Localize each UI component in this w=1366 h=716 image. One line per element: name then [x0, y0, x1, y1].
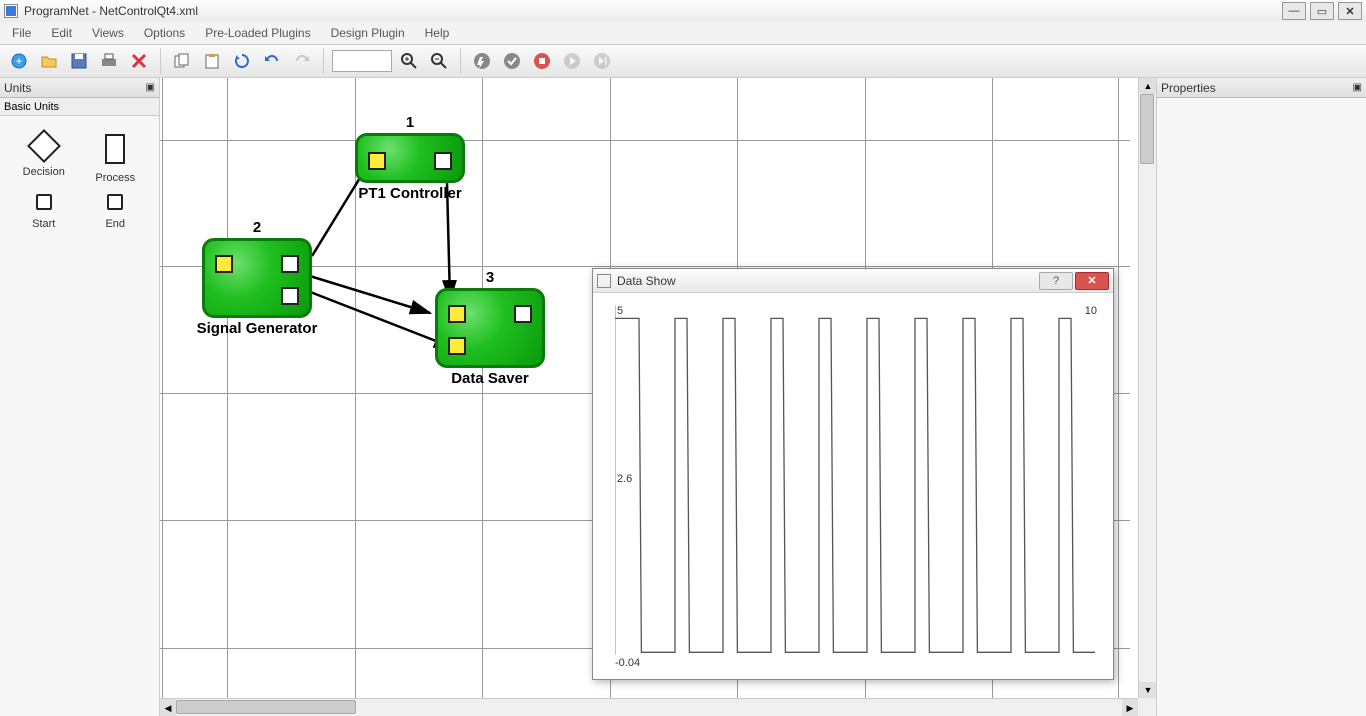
unit-start[interactable]: Start — [8, 194, 80, 230]
block-pt1-controller[interactable]: 1 PT1 Controller — [355, 133, 465, 183]
svg-text:+: + — [15, 54, 22, 68]
block-number: 3 — [486, 269, 494, 286]
pin-icon[interactable]: ▣ — [1353, 82, 1362, 93]
scrollbar-thumb[interactable] — [1140, 94, 1154, 164]
scroll-down-arrow[interactable]: ▼ — [1139, 682, 1156, 698]
units-panel-title: Units — [4, 81, 31, 95]
unit-label: End — [105, 218, 125, 230]
help-button[interactable]: ? — [1039, 272, 1073, 290]
dialog-title: Data Show — [617, 274, 1037, 288]
block-label: PT1 Controller — [358, 185, 461, 202]
block-label: Signal Generator — [197, 320, 318, 337]
zoom-input[interactable] — [332, 50, 392, 72]
input-port[interactable] — [215, 255, 233, 273]
run-button[interactable] — [469, 48, 495, 74]
y-tick-label: -0.04 — [615, 657, 640, 669]
scroll-right-arrow[interactable]: ▶ — [1122, 699, 1138, 716]
menu-design[interactable]: Design Plugin — [323, 24, 413, 42]
menu-options[interactable]: Options — [136, 24, 193, 42]
output-port[interactable] — [281, 287, 299, 305]
output-port[interactable] — [434, 152, 452, 170]
close-button[interactable]: ✕ — [1338, 2, 1362, 20]
copy-button[interactable] — [169, 48, 195, 74]
y-tick-label: 2.6 — [617, 473, 632, 485]
menu-file[interactable]: File — [4, 24, 39, 42]
minimize-button[interactable]: — — [1282, 2, 1306, 20]
paste-button[interactable] — [199, 48, 225, 74]
stop-button[interactable] — [529, 48, 555, 74]
unit-label: Decision — [23, 166, 65, 178]
scroll-up-arrow[interactable]: ▲ — [1139, 78, 1156, 94]
refresh-button[interactable] — [229, 48, 255, 74]
output-port[interactable] — [514, 305, 532, 323]
scrollbar-thumb[interactable] — [176, 700, 356, 714]
block-signal-generator[interactable]: 2 Signal Generator — [202, 238, 312, 318]
menu-views[interactable]: Views — [84, 24, 132, 42]
pin-icon[interactable]: ▣ — [146, 82, 155, 93]
units-subheader: Basic Units — [0, 98, 159, 116]
dialog-close-button[interactable]: ✕ — [1075, 272, 1109, 290]
process-icon — [105, 134, 125, 164]
canvas[interactable]: 1 PT1 Controller 2 Signal Generator 3 Da… — [160, 78, 1156, 716]
open-button[interactable] — [36, 48, 62, 74]
start-icon — [36, 194, 52, 210]
properties-panel-header: Properties ▣ — [1157, 78, 1366, 98]
horizontal-scrollbar[interactable]: ◀ ▶ — [160, 698, 1138, 716]
delete-button[interactable] — [126, 48, 152, 74]
units-panel-header: Units ▣ — [0, 78, 159, 98]
block-data-saver[interactable]: 3 Data Saver — [435, 288, 545, 368]
check-button[interactable] — [499, 48, 525, 74]
undo-button[interactable] — [259, 48, 285, 74]
data-show-dialog[interactable]: Data Show ? ✕ 5 2.6 -0.04 10 — [592, 268, 1114, 680]
window-title: ProgramNet - NetControlQt4.xml — [24, 4, 1278, 18]
dialog-icon — [597, 274, 611, 288]
scroll-left-arrow[interactable]: ◀ — [160, 699, 176, 716]
x-tick-label: 10 — [1085, 305, 1097, 317]
end-icon — [107, 194, 123, 210]
play-button[interactable] — [559, 48, 585, 74]
zoom-in-button[interactable] — [396, 48, 422, 74]
block-label: Data Saver — [451, 370, 529, 387]
menu-help[interactable]: Help — [417, 24, 458, 42]
dialog-titlebar[interactable]: Data Show ? ✕ — [593, 269, 1113, 293]
step-button[interactable] — [589, 48, 615, 74]
zoom-out-button[interactable] — [426, 48, 452, 74]
units-panel: Units ▣ Basic Units Decision Process Sta… — [0, 78, 160, 716]
unit-label: Start — [32, 218, 55, 230]
block-number: 2 — [253, 219, 261, 236]
menubar: File Edit Views Options Pre-Loaded Plugi… — [0, 22, 1366, 44]
save-button[interactable] — [66, 48, 92, 74]
app-icon — [4, 4, 18, 18]
window-titlebar: ProgramNet - NetControlQt4.xml — ▭ ✕ — [0, 0, 1366, 22]
scroll-corner — [1138, 698, 1156, 716]
menu-edit[interactable]: Edit — [43, 24, 80, 42]
menu-preloaded[interactable]: Pre-Loaded Plugins — [197, 24, 318, 42]
toolbar: + — [0, 44, 1366, 78]
unit-label: Process — [95, 172, 135, 184]
output-port[interactable] — [281, 255, 299, 273]
properties-panel-title: Properties — [1161, 81, 1216, 95]
unit-decision[interactable]: Decision — [8, 134, 80, 184]
new-button[interactable]: + — [6, 48, 32, 74]
print-button[interactable] — [96, 48, 122, 74]
unit-end[interactable]: End — [80, 194, 152, 230]
maximize-button[interactable]: ▭ — [1310, 2, 1334, 20]
decision-icon — [27, 129, 61, 163]
input-port[interactable] — [368, 152, 386, 170]
plot-area: 5 2.6 -0.04 10 — [615, 305, 1095, 655]
y-tick-label: 5 — [617, 305, 623, 317]
vertical-scrollbar[interactable]: ▲ ▼ — [1138, 78, 1156, 698]
input-port[interactable] — [448, 337, 466, 355]
redo-button[interactable] — [289, 48, 315, 74]
input-port[interactable] — [448, 305, 466, 323]
unit-process[interactable]: Process — [80, 134, 152, 184]
properties-panel: Properties ▣ — [1156, 78, 1366, 716]
block-number: 1 — [406, 114, 414, 131]
